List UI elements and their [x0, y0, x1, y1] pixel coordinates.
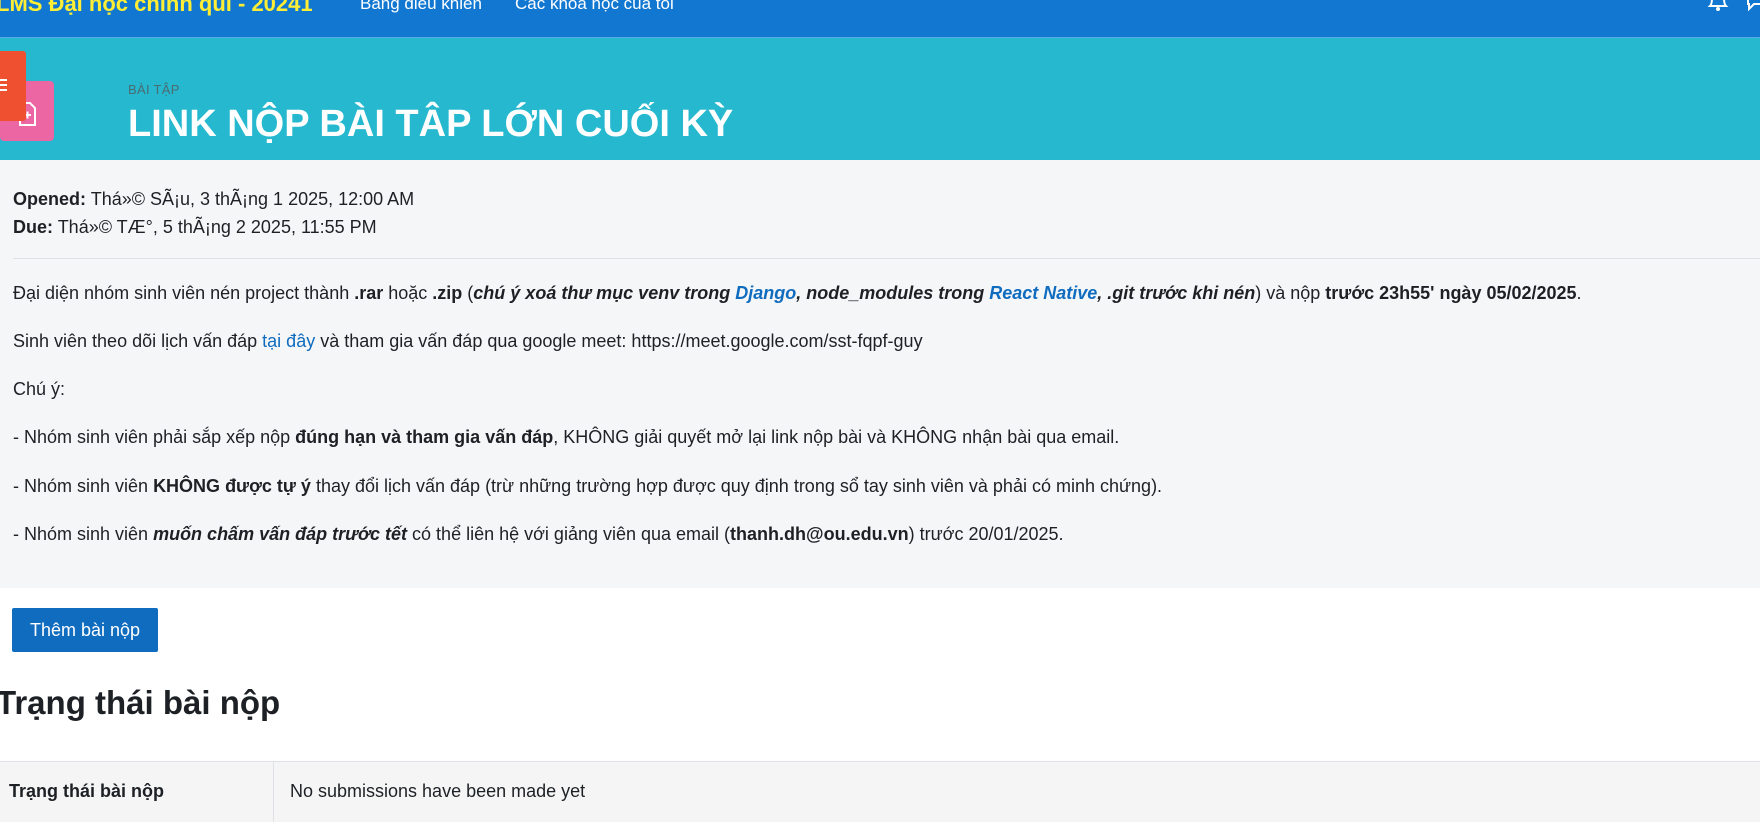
divider — [13, 258, 1760, 259]
activity-dates: Opened: Thá»© SÃ¡u, 3 thÃ¡ng 1 2025, 12:… — [13, 185, 414, 241]
drawer-toggle-button[interactable] — [0, 51, 26, 121]
text: - Nhóm sinh viên — [13, 476, 154, 496]
drawer-toggle-icon — [0, 79, 7, 91]
site-brand[interactable]: LMS Đại học chính qui - 20241 — [0, 0, 313, 17]
top-navbar: LMS Đại học chính qui - 20241 Bảng điều … — [0, 0, 1760, 38]
text: hoặc — [383, 283, 433, 303]
nav-dashboard-link[interactable]: Bảng điều khiển — [360, 0, 482, 15]
text-emphasis: , node_modules trong — [796, 283, 990, 303]
text: ( — [462, 283, 474, 303]
submission-status-heading: Trạng thái bài nộp — [0, 684, 281, 721]
text: - Nhóm sinh viên phải sắp xếp nộp — [13, 427, 296, 447]
text: . — [1576, 283, 1582, 303]
description-paragraph-4: - Nhóm sinh viên phải sắp xếp nộp đúng h… — [13, 425, 1119, 449]
react-native-link[interactable]: React Native — [989, 283, 1097, 303]
chat-icon[interactable] — [1746, 0, 1760, 12]
text-emphasis: , .git trước khi nén — [1097, 283, 1256, 303]
text: Đại diện nhóm sinh viên nén project thàn… — [13, 283, 355, 303]
text: thay đổi lịch vấn đáp (trừ những trường … — [310, 476, 1163, 496]
text: , KHÔNG giải quyết mở lại link nộp bài v… — [553, 427, 1120, 447]
table-cell-value: No submissions have been made yet — [290, 781, 586, 801]
activity-type-label: BÀI TẬP — [128, 82, 180, 97]
text: - Nhóm sinh viên — [13, 524, 154, 544]
due-value: Thá»© TÆ°, 5 thÃ¡ng 2 2025, 11:55 PM — [57, 217, 377, 237]
text: ) trước 20/01/2025. — [908, 524, 1064, 544]
django-link[interactable]: Django — [735, 283, 796, 303]
text: và tham gia vấn đáp qua google meet: htt… — [315, 331, 923, 351]
add-submission-button[interactable]: Thêm bài nộp — [12, 608, 158, 652]
table-row-header: Trạng thái bài nộp — [0, 762, 274, 822]
text-bold: KHÔNG được tự ý — [153, 476, 311, 496]
text: ) và nộp — [1255, 283, 1326, 303]
page-title: LINK NỘP BÀI TÂP LỚN CUỐI KỲ — [128, 103, 734, 145]
due-label: Due: — [13, 217, 53, 237]
description-paragraph-2: Sinh viên theo dõi lịch vấn đáp tại đây … — [13, 329, 923, 353]
nav-my-courses-link[interactable]: Các khoá học của tôi — [515, 0, 674, 15]
opened-value: Thá»© SÃ¡u, 3 thÃ¡ng 1 2025, 12:00 AM — [90, 189, 415, 209]
due-date: Due: Thá»© TÆ°, 5 thÃ¡ng 2 2025, 11:55 P… — [13, 213, 414, 241]
description-paragraph-6: - Nhóm sinh viên muốn chấm vấn đáp trước… — [13, 522, 1064, 546]
text-bold: .zip — [432, 283, 463, 303]
description-paragraph-5: - Nhóm sinh viên KHÔNG được tự ý thay đổ… — [13, 474, 1162, 498]
email-address: thanh.dh@ou.edu.vn — [730, 524, 909, 544]
description-paragraph-1: Đại diện nhóm sinh viên nén project thàn… — [13, 281, 1582, 305]
bell-icon[interactable] — [1706, 0, 1730, 12]
opened-date: Opened: Thá»© SÃ¡u, 3 thÃ¡ng 1 2025, 12:… — [13, 185, 414, 213]
text: có thể liên hệ với giảng viên qua email … — [407, 524, 731, 544]
text-emphasis: chú ý xoá thư mục venv trong — [473, 283, 736, 303]
text-bold: .rar — [354, 283, 384, 303]
submission-status-table: Trạng thái bài nộp No submissions have b… — [0, 761, 1760, 822]
opened-label: Opened: — [13, 189, 87, 209]
schedule-link[interactable]: tại đây — [262, 331, 315, 351]
text-emphasis: muốn chấm vấn đáp trước tết — [153, 524, 408, 544]
text-bold: trước 23h55' ngày 05/02/2025 — [1325, 283, 1577, 303]
text: Sinh viên theo dõi lịch vấn đáp — [13, 331, 263, 351]
text-bold: đúng hạn và tham gia vấn đáp — [295, 427, 554, 447]
description-paragraph-3: Chú ý: — [13, 379, 66, 399]
